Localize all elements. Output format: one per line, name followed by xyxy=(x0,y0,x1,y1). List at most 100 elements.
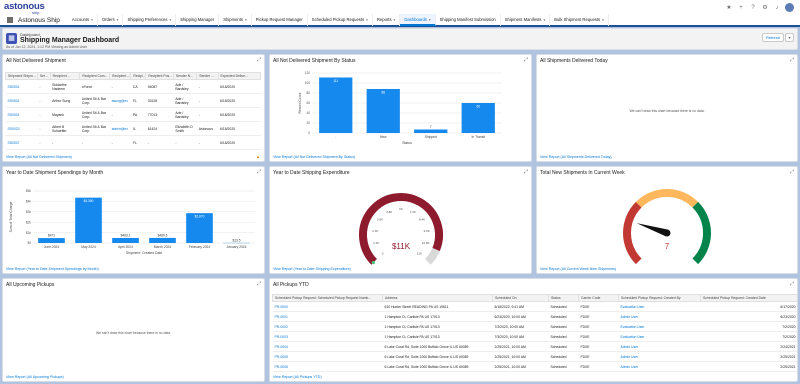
table-cell[interactable]: Admin User xyxy=(618,311,701,322)
nav-item-shipping-manifest-submission[interactable]: Shipping Manifest Submission xyxy=(436,14,501,26)
column-header[interactable]: Sender ... xyxy=(196,72,219,80)
nav-item-reports[interactable]: Reports ▾ xyxy=(373,14,401,26)
table-cell[interactable]: Admin User xyxy=(618,361,701,372)
nav-item-accounts[interactable]: Accounts ▾ xyxy=(68,14,98,26)
expand-icon[interactable]: ⤢ xyxy=(790,57,794,63)
nav-item-shipments[interactable]: Shipments ▾ xyxy=(219,14,252,26)
bar[interactable] xyxy=(38,238,65,243)
nav-item-bulk-shipment-requests[interactable]: Bulk Shipment Requests ▾ xyxy=(550,14,609,26)
expand-icon[interactable]: ⤢ xyxy=(257,281,261,287)
chevron-down-icon[interactable]: ▾ xyxy=(168,18,171,22)
x-tick-label: January 2024 xyxy=(227,245,247,249)
notification-bell-icon[interactable]: ♪ xyxy=(773,4,781,12)
column-header[interactable]: Ser... xyxy=(36,72,51,80)
table-cell: Scheduled xyxy=(548,321,579,332)
view-report-link[interactable]: View Report (Year to Date Shipping Expen… xyxy=(273,267,351,271)
chevron-down-icon[interactable]: ▾ xyxy=(543,18,546,22)
add-icon[interactable]: + xyxy=(737,4,745,12)
chevron-down-icon[interactable]: ▾ xyxy=(393,18,396,22)
nav-item-pickup-request-manager[interactable]: Pickup Request Manager xyxy=(252,14,308,26)
table-cell[interactable]: Evaluation User xyxy=(618,321,701,332)
column-header[interactable]: Recipi... xyxy=(130,72,147,80)
table-cell[interactable]: PR-0001 xyxy=(272,311,383,322)
bar[interactable] xyxy=(366,89,400,133)
table-cell[interactable]: SS0023 xyxy=(5,121,38,136)
expand-icon[interactable]: ⤢ xyxy=(790,169,794,175)
column-header[interactable]: Scheduled Pickup Request: Created By xyxy=(618,294,701,302)
table-cell[interactable]: Evaluation User xyxy=(618,331,701,342)
setup-gear-icon[interactable]: ⚙ xyxy=(761,4,769,12)
bar[interactable] xyxy=(414,129,448,134)
view-report-link[interactable]: View Report (Year to Date Shipment Spend… xyxy=(6,267,99,271)
nav-item-shipping-manager[interactable]: Shipping Manager xyxy=(176,14,220,26)
expand-icon[interactable]: ⤢ xyxy=(790,281,794,287)
table-cell[interactable]: PR-0004 xyxy=(272,341,383,352)
favorite-star-icon[interactable]: ★ xyxy=(725,4,733,12)
column-header[interactable]: Address xyxy=(382,294,493,302)
table-cell: PA xyxy=(130,107,146,122)
table-row: SS0001- Siddarthe Nadeem xForce - CA 94087 Ade… xyxy=(5,79,261,94)
table-cell[interactable]: SS0001 xyxy=(5,107,38,122)
nav-item-dashboards[interactable]: Dashboards ▾ xyxy=(400,14,436,26)
help-icon[interactable]: ? xyxy=(749,4,757,12)
table-cell[interactable]: PR-0006 xyxy=(272,361,383,372)
view-report-link[interactable]: View Report (All Not Delivered Shipment) xyxy=(6,155,72,159)
astonous-logo[interactable]: astonous ship xyxy=(4,2,45,15)
chevron-down-icon[interactable]: ▾ xyxy=(601,18,604,22)
user-avatar[interactable] xyxy=(785,3,794,12)
nav-item-shipment-manifests[interactable]: Shipment Manifests ▾ xyxy=(501,14,551,26)
column-header[interactable]: Recipient ... xyxy=(49,72,81,80)
table-cell[interactable]: asung@ex xyxy=(109,93,131,108)
expand-icon[interactable]: ⤢ xyxy=(524,57,528,63)
view-report-link[interactable]: View Report (All Not Delivered Shipment … xyxy=(273,155,355,159)
table-cell[interactable]: SS0001 xyxy=(5,93,38,108)
column-header[interactable]: Recipient Com... xyxy=(79,72,111,80)
view-report-link[interactable]: View Report (All Pickups YTD) xyxy=(273,375,322,379)
expand-icon[interactable]: ⤢ xyxy=(524,169,528,175)
table-cell[interactable]: PR-0003 xyxy=(272,331,383,342)
table-cell[interactable]: PR-0002 xyxy=(272,321,383,332)
nav-item-scheduled-pickup-requests[interactable]: Scheduled Pickup Requests ▾ xyxy=(308,14,373,26)
nav-item-orders[interactable]: Orders ▾ xyxy=(98,14,124,26)
table-cell[interactable]: Admin User xyxy=(618,351,701,362)
data-label: $2,870 xyxy=(195,215,205,219)
app-launcher-icon[interactable] xyxy=(7,17,13,23)
chevron-down-icon[interactable]: ▾ xyxy=(428,18,431,22)
column-header[interactable]: Scheduled On xyxy=(492,294,549,302)
table-cell[interactable]: SS0001 xyxy=(5,79,38,94)
column-header[interactable]: Scheduled Pickup Request: Created Date xyxy=(700,294,797,302)
table-cell[interactable]: Admin User xyxy=(618,341,701,352)
expand-icon[interactable]: ⤢ xyxy=(257,169,261,175)
column-header[interactable]: Sender N... xyxy=(172,72,198,80)
chevron-down-icon[interactable]: ▾ xyxy=(116,18,119,22)
warning-icon[interactable]: ▲ xyxy=(256,154,260,159)
table-cell[interactable]: Evaluation User xyxy=(618,301,701,312)
global-header: astonous ship ★ + ? ⚙ ♪ xyxy=(0,0,800,15)
view-report-link[interactable]: View Report (All Shipments Delivered Tod… xyxy=(540,155,612,159)
column-header[interactable]: Shipment Shipm... xyxy=(5,72,38,80)
view-report-link[interactable]: View Report (All Upcoming Pickups) xyxy=(6,375,64,379)
column-header[interactable]: Expected Delive... xyxy=(217,72,261,80)
table-cell[interactable]: PR-0005 xyxy=(272,351,383,362)
table-cell[interactable]: admin@ex xyxy=(109,121,131,136)
chevron-down-icon[interactable]: ▾ xyxy=(90,18,93,22)
column-header[interactable]: Status xyxy=(548,294,579,302)
bar[interactable] xyxy=(75,197,102,243)
refresh-button[interactable]: Refresh xyxy=(762,33,784,42)
bar[interactable] xyxy=(149,237,176,243)
chevron-down-icon[interactable]: ▾ xyxy=(365,18,368,22)
more-actions-chevron-icon[interactable]: ▾ xyxy=(785,33,794,42)
column-header[interactable]: Carrier Code xyxy=(578,294,619,302)
column-header[interactable]: Scheduled Pickup Request: Scheduled Pick… xyxy=(272,294,383,302)
column-header[interactable]: Recipient Pos... xyxy=(145,72,174,80)
view-report-link[interactable]: View Report (All Current Week New Shipme… xyxy=(540,267,616,271)
expand-icon[interactable]: ⤢ xyxy=(257,57,261,63)
bar[interactable] xyxy=(112,237,139,243)
table-cell[interactable]: SS0007 xyxy=(5,135,38,150)
gauge-tick-label: 12K xyxy=(417,251,422,255)
nav-item-shipping-preferences[interactable]: Shipping Preferences ▾ xyxy=(123,14,177,26)
table-cell[interactable]: PR-0000 xyxy=(272,301,383,312)
column-header[interactable]: Recipient ... xyxy=(109,72,132,80)
chevron-down-icon[interactable]: ▾ xyxy=(244,18,247,22)
bar[interactable] xyxy=(319,77,353,134)
